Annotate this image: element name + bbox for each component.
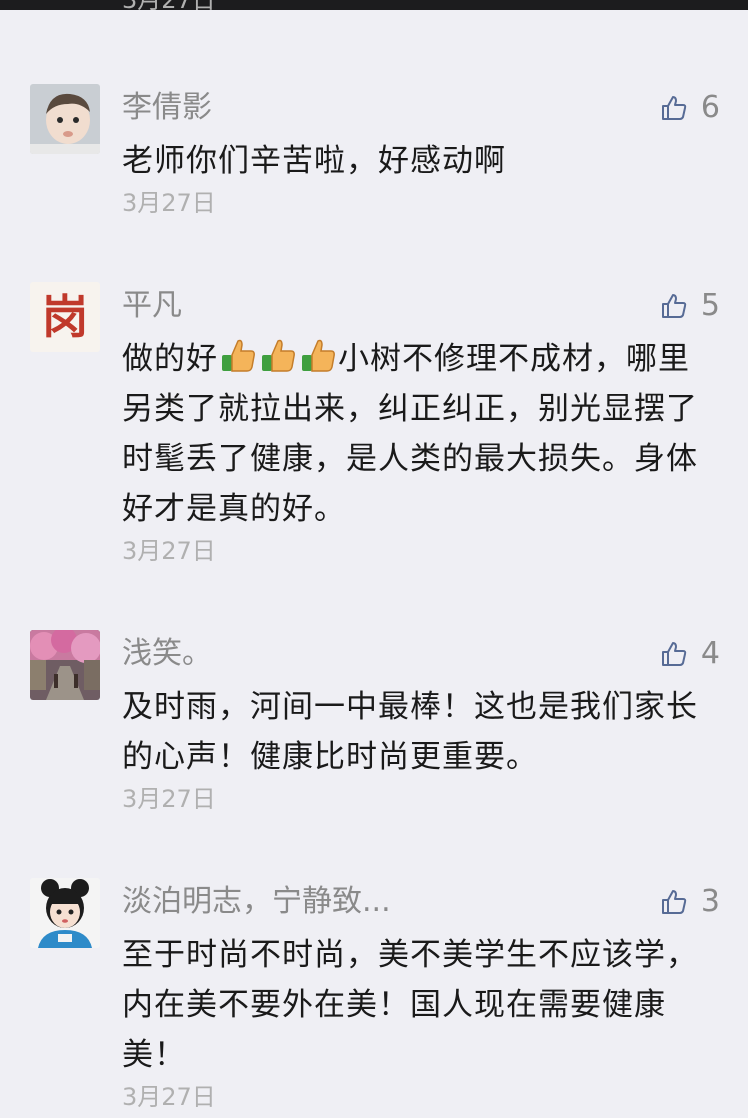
like-count: 6 [700,90,720,125]
comment-date: 3月27日 [122,189,216,217]
thumbs-up-icon [661,890,687,914]
thumbs-up-emoji-icon [262,339,295,372]
like-button[interactable]: 6 [661,88,720,128]
avatar[interactable] [30,630,100,700]
pink-tree-street-avatar-icon [30,630,100,700]
thumbs-up-icon [661,642,687,666]
like-count: 4 [700,636,720,671]
comment-date: 3月27日 [122,537,216,565]
comment-text: 做的好 小树不修理不成材，哪里另类了就拉出来，纠正纠正，别光显摆了时髦丢了健康，… [122,334,714,534]
like-count: 5 [700,288,720,323]
previous-comment-date: 3月27日 [122,0,216,14]
commenter-name[interactable]: 淡泊明志，宁静致... [122,882,391,922]
commenter-name[interactable]: 浅笑。 [122,634,212,674]
comment-text: 及时雨，河间一中最棒！这也是我们家长的心声！健康比时尚更重要。 [122,689,698,775]
thumbs-up-emoji-icon [302,339,335,372]
comment-date: 3月27日 [122,785,216,813]
commenter-name[interactable]: 平凡 [122,286,182,326]
like-button[interactable]: 5 [661,286,720,326]
thumbs-up-emoji-icon [222,339,255,372]
status-bar [0,0,748,10]
comment-text-prefix: 做的好 [122,341,218,377]
cartoon-girl-avatar-icon [30,878,100,948]
comment-date: 3月27日 [122,1083,216,1111]
comment-text: 老师你们辛苦啦，好感动啊 [122,143,506,179]
thumbs-up-icon [661,96,687,120]
avatar[interactable] [30,84,100,154]
comment-text: 至于时尚不时尚，美不美学生不应该学，内在美不要外在美！国人现在需要健康美！ [122,937,698,1073]
like-count: 3 [700,884,720,919]
like-button[interactable]: 4 [661,634,720,674]
thumbs-up-icon [661,294,687,318]
commenter-name[interactable]: 李倩影 [122,88,212,128]
avatar[interactable] [30,878,100,948]
avatar-text: 岗 [42,290,88,344]
like-button[interactable]: 3 [661,882,720,922]
avatar[interactable]: 岗 [30,282,100,352]
baby-photo-avatar-icon [30,84,100,154]
